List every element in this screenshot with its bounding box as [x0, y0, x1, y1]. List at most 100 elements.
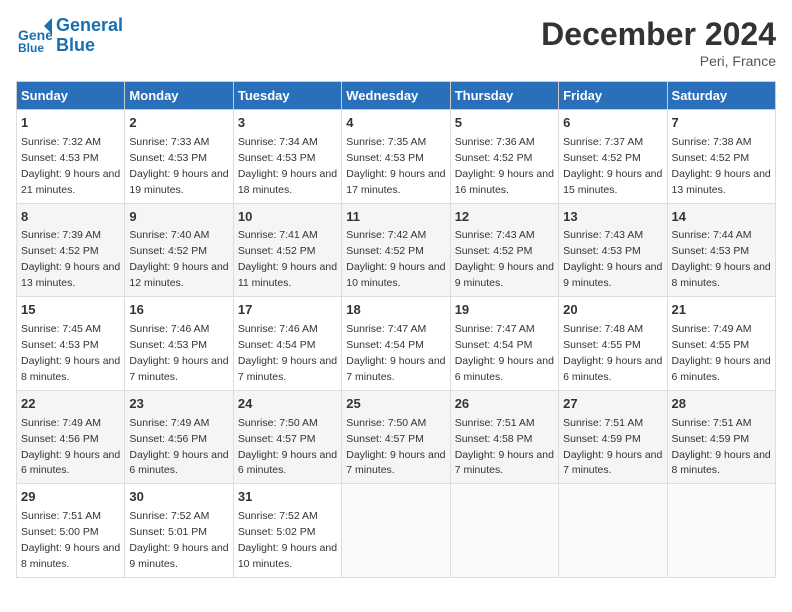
day-info: Sunrise: 7:44 AMSunset: 4:53 PMDaylight:…	[672, 229, 771, 289]
day-number: 5	[455, 114, 554, 133]
day-info: Sunrise: 7:45 AMSunset: 4:53 PMDaylight:…	[21, 323, 120, 383]
day-info: Sunrise: 7:51 AMSunset: 4:58 PMDaylight:…	[455, 417, 554, 477]
weekday-header: Friday	[559, 82, 667, 110]
day-number: 2	[129, 114, 228, 133]
calendar-day-cell: 8 Sunrise: 7:39 AMSunset: 4:52 PMDayligh…	[17, 203, 125, 297]
calendar-day-cell: 14 Sunrise: 7:44 AMSunset: 4:53 PMDaylig…	[667, 203, 775, 297]
day-number: 28	[672, 395, 771, 414]
logo-line1: General	[56, 16, 123, 36]
day-number: 23	[129, 395, 228, 414]
calendar-day-cell	[342, 484, 450, 578]
day-number: 8	[21, 208, 120, 227]
day-info: Sunrise: 7:36 AMSunset: 4:52 PMDaylight:…	[455, 136, 554, 196]
day-info: Sunrise: 7:49 AMSunset: 4:56 PMDaylight:…	[21, 417, 120, 477]
calendar-day-cell: 19 Sunrise: 7:47 AMSunset: 4:54 PMDaylig…	[450, 297, 558, 391]
day-info: Sunrise: 7:40 AMSunset: 4:52 PMDaylight:…	[129, 229, 228, 289]
day-info: Sunrise: 7:43 AMSunset: 4:53 PMDaylight:…	[563, 229, 662, 289]
day-info: Sunrise: 7:51 AMSunset: 5:00 PMDaylight:…	[21, 510, 120, 570]
day-number: 16	[129, 301, 228, 320]
calendar-day-cell: 2 Sunrise: 7:33 AMSunset: 4:53 PMDayligh…	[125, 110, 233, 204]
day-number: 14	[672, 208, 771, 227]
day-number: 19	[455, 301, 554, 320]
day-number: 13	[563, 208, 662, 227]
svg-text:Blue: Blue	[18, 41, 44, 54]
calendar-day-cell: 18 Sunrise: 7:47 AMSunset: 4:54 PMDaylig…	[342, 297, 450, 391]
day-number: 3	[238, 114, 337, 133]
day-info: Sunrise: 7:46 AMSunset: 4:53 PMDaylight:…	[129, 323, 228, 383]
title-block: December 2024 Peri, France	[541, 16, 776, 69]
calendar-day-cell: 11 Sunrise: 7:42 AMSunset: 4:52 PMDaylig…	[342, 203, 450, 297]
calendar-day-cell: 13 Sunrise: 7:43 AMSunset: 4:53 PMDaylig…	[559, 203, 667, 297]
day-number: 11	[346, 208, 445, 227]
calendar-day-cell: 4 Sunrise: 7:35 AMSunset: 4:53 PMDayligh…	[342, 110, 450, 204]
calendar-week-row: 29 Sunrise: 7:51 AMSunset: 5:00 PMDaylig…	[17, 484, 776, 578]
calendar-day-cell: 22 Sunrise: 7:49 AMSunset: 4:56 PMDaylig…	[17, 390, 125, 484]
day-number: 31	[238, 488, 337, 507]
logo-line2: Blue	[56, 36, 123, 56]
weekday-header: Tuesday	[233, 82, 341, 110]
calendar-week-row: 22 Sunrise: 7:49 AMSunset: 4:56 PMDaylig…	[17, 390, 776, 484]
calendar-day-cell: 12 Sunrise: 7:43 AMSunset: 4:52 PMDaylig…	[450, 203, 558, 297]
weekday-header: Wednesday	[342, 82, 450, 110]
day-info: Sunrise: 7:52 AMSunset: 5:01 PMDaylight:…	[129, 510, 228, 570]
day-info: Sunrise: 7:46 AMSunset: 4:54 PMDaylight:…	[238, 323, 337, 383]
calendar-day-cell: 27 Sunrise: 7:51 AMSunset: 4:59 PMDaylig…	[559, 390, 667, 484]
day-info: Sunrise: 7:47 AMSunset: 4:54 PMDaylight:…	[455, 323, 554, 383]
calendar-week-row: 8 Sunrise: 7:39 AMSunset: 4:52 PMDayligh…	[17, 203, 776, 297]
day-number: 25	[346, 395, 445, 414]
day-info: Sunrise: 7:49 AMSunset: 4:55 PMDaylight:…	[672, 323, 771, 383]
calendar-day-cell: 31 Sunrise: 7:52 AMSunset: 5:02 PMDaylig…	[233, 484, 341, 578]
day-number: 30	[129, 488, 228, 507]
day-info: Sunrise: 7:48 AMSunset: 4:55 PMDaylight:…	[563, 323, 662, 383]
calendar-day-cell: 24 Sunrise: 7:50 AMSunset: 4:57 PMDaylig…	[233, 390, 341, 484]
day-number: 21	[672, 301, 771, 320]
day-number: 4	[346, 114, 445, 133]
day-info: Sunrise: 7:43 AMSunset: 4:52 PMDaylight:…	[455, 229, 554, 289]
day-info: Sunrise: 7:51 AMSunset: 4:59 PMDaylight:…	[672, 417, 771, 477]
day-info: Sunrise: 7:38 AMSunset: 4:52 PMDaylight:…	[672, 136, 771, 196]
page-header: General Blue General Blue December 2024 …	[16, 16, 776, 69]
day-number: 17	[238, 301, 337, 320]
calendar-day-cell: 26 Sunrise: 7:51 AMSunset: 4:58 PMDaylig…	[450, 390, 558, 484]
calendar-day-cell	[450, 484, 558, 578]
calendar-day-cell: 16 Sunrise: 7:46 AMSunset: 4:53 PMDaylig…	[125, 297, 233, 391]
calendar-day-cell: 30 Sunrise: 7:52 AMSunset: 5:01 PMDaylig…	[125, 484, 233, 578]
day-info: Sunrise: 7:32 AMSunset: 4:53 PMDaylight:…	[21, 136, 120, 196]
day-info: Sunrise: 7:42 AMSunset: 4:52 PMDaylight:…	[346, 229, 445, 289]
calendar-day-cell: 9 Sunrise: 7:40 AMSunset: 4:52 PMDayligh…	[125, 203, 233, 297]
calendar-day-cell: 29 Sunrise: 7:51 AMSunset: 5:00 PMDaylig…	[17, 484, 125, 578]
day-info: Sunrise: 7:34 AMSunset: 4:53 PMDaylight:…	[238, 136, 337, 196]
day-number: 27	[563, 395, 662, 414]
day-number: 7	[672, 114, 771, 133]
day-info: Sunrise: 7:50 AMSunset: 4:57 PMDaylight:…	[238, 417, 337, 477]
month-title: December 2024	[541, 16, 776, 53]
calendar-day-cell: 23 Sunrise: 7:49 AMSunset: 4:56 PMDaylig…	[125, 390, 233, 484]
location: Peri, France	[541, 53, 776, 69]
day-info: Sunrise: 7:51 AMSunset: 4:59 PMDaylight:…	[563, 417, 662, 477]
day-number: 26	[455, 395, 554, 414]
day-info: Sunrise: 7:35 AMSunset: 4:53 PMDaylight:…	[346, 136, 445, 196]
day-number: 1	[21, 114, 120, 133]
day-number: 22	[21, 395, 120, 414]
calendar-day-cell: 20 Sunrise: 7:48 AMSunset: 4:55 PMDaylig…	[559, 297, 667, 391]
day-info: Sunrise: 7:50 AMSunset: 4:57 PMDaylight:…	[346, 417, 445, 477]
calendar-day-cell: 28 Sunrise: 7:51 AMSunset: 4:59 PMDaylig…	[667, 390, 775, 484]
calendar-day-cell	[667, 484, 775, 578]
calendar-week-row: 1 Sunrise: 7:32 AMSunset: 4:53 PMDayligh…	[17, 110, 776, 204]
day-number: 6	[563, 114, 662, 133]
day-number: 29	[21, 488, 120, 507]
calendar-day-cell: 5 Sunrise: 7:36 AMSunset: 4:52 PMDayligh…	[450, 110, 558, 204]
calendar-day-cell: 17 Sunrise: 7:46 AMSunset: 4:54 PMDaylig…	[233, 297, 341, 391]
day-info: Sunrise: 7:39 AMSunset: 4:52 PMDaylight:…	[21, 229, 120, 289]
day-number: 15	[21, 301, 120, 320]
calendar-week-row: 15 Sunrise: 7:45 AMSunset: 4:53 PMDaylig…	[17, 297, 776, 391]
calendar-day-cell: 7 Sunrise: 7:38 AMSunset: 4:52 PMDayligh…	[667, 110, 775, 204]
weekday-header: Saturday	[667, 82, 775, 110]
day-number: 12	[455, 208, 554, 227]
day-info: Sunrise: 7:47 AMSunset: 4:54 PMDaylight:…	[346, 323, 445, 383]
day-info: Sunrise: 7:49 AMSunset: 4:56 PMDaylight:…	[129, 417, 228, 477]
weekday-header: Monday	[125, 82, 233, 110]
calendar-day-cell: 3 Sunrise: 7:34 AMSunset: 4:53 PMDayligh…	[233, 110, 341, 204]
calendar-day-cell: 15 Sunrise: 7:45 AMSunset: 4:53 PMDaylig…	[17, 297, 125, 391]
day-info: Sunrise: 7:52 AMSunset: 5:02 PMDaylight:…	[238, 510, 337, 570]
